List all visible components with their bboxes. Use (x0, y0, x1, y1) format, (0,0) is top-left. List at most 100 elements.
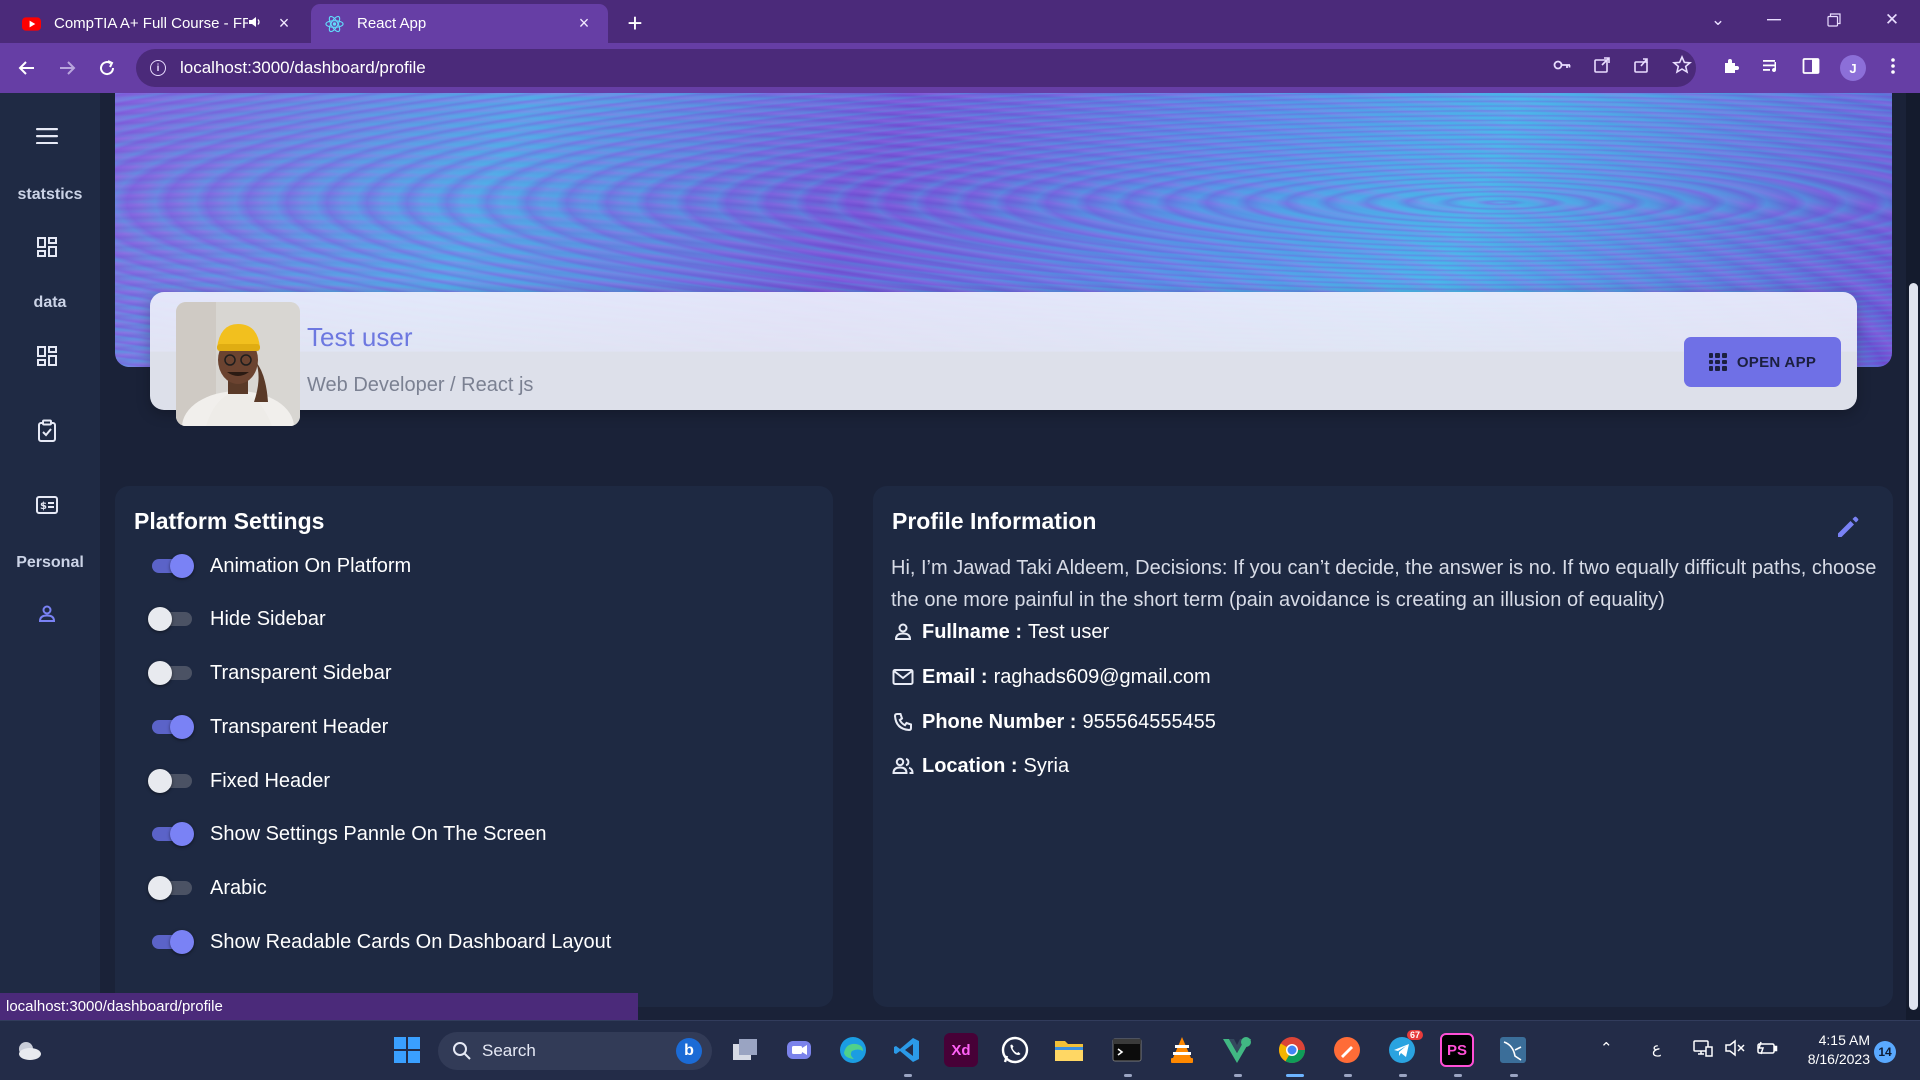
profile-bio: Hi, I’m Jawad Taki Aldeem, Decisions: If… (891, 557, 1877, 611)
extensions-icon[interactable] (1718, 53, 1744, 79)
postman-icon[interactable] (1330, 1033, 1364, 1067)
vlc-icon[interactable] (1165, 1033, 1199, 1067)
teams-chat-icon[interactable] (782, 1033, 816, 1067)
info-label: Location : (922, 754, 1018, 777)
search-icon (453, 1042, 471, 1060)
chrome-icon[interactable] (1275, 1033, 1309, 1067)
vue-devtools-icon[interactable] (1220, 1033, 1254, 1067)
forward-icon[interactable] (52, 53, 82, 83)
tab-title: React App (357, 15, 427, 32)
setting-label: Show Readable Cards On Dashboard Layout (210, 930, 612, 953)
media-icon[interactable] (1758, 53, 1784, 79)
scrollbar-thumb[interactable] (1909, 283, 1918, 1010)
ime-indicator[interactable]: ع (1652, 1039, 1661, 1057)
toggle-knob (170, 822, 194, 846)
phone-icon (891, 710, 915, 734)
taskbar-search-box[interactable]: Search b (438, 1032, 712, 1070)
toggle-switch[interactable] (148, 766, 194, 796)
phpstorm-icon[interactable]: PS (1440, 1033, 1474, 1067)
toggle-switch[interactable] (148, 873, 194, 903)
toggle-switch[interactable] (148, 819, 194, 849)
data-dashboard-icon[interactable] (33, 342, 61, 370)
toggle-knob (148, 769, 172, 793)
whatsapp-icon[interactable] (998, 1033, 1032, 1067)
telegram-icon[interactable]: 67 (1385, 1030, 1423, 1067)
menu-dots-icon[interactable] (1880, 53, 1906, 79)
terminal-icon[interactable] (1110, 1033, 1144, 1067)
setting-row[interactable]: Show Readable Cards On Dashboard Layout (148, 927, 611, 957)
tab-youtube[interactable]: CompTIA A+ Full Course - FR × (8, 4, 308, 43)
toggle-knob (170, 554, 194, 578)
setting-row[interactable]: Hide Sidebar (148, 604, 326, 634)
volume-muted-icon[interactable] (1724, 1039, 1746, 1061)
share-icon[interactable] (1630, 53, 1654, 77)
file-explorer-icon[interactable] (1052, 1033, 1086, 1067)
toggle-knob (170, 930, 194, 954)
task-view-icon[interactable] (728, 1033, 762, 1067)
setting-row[interactable]: Fixed Header (148, 766, 330, 796)
close-tab-icon[interactable]: × (274, 13, 294, 34)
bing-icon[interactable]: b (676, 1038, 702, 1064)
setting-row[interactable]: Transparent Sidebar (148, 658, 392, 688)
notification-badge[interactable]: 14 (1874, 1041, 1896, 1063)
open-app-button[interactable]: OPEN APP (1684, 337, 1841, 387)
speaker-icon[interactable] (248, 15, 262, 32)
back-icon[interactable] (12, 53, 42, 83)
tab-react-app[interactable]: React App × (311, 4, 608, 43)
site-info-icon[interactable]: i (150, 60, 166, 76)
mysql-workbench-icon[interactable] (1496, 1033, 1530, 1067)
tray-chevron-icon[interactable]: ⌃ (1600, 1039, 1613, 1057)
minimize-icon[interactable] (1746, 0, 1802, 40)
hamburger-menu-icon[interactable] (33, 122, 61, 150)
profile-information-card: Profile Information Hi, I’m Jawad Taki A… (873, 486, 1893, 1007)
side-panel-icon[interactable] (1798, 53, 1824, 79)
network-icon[interactable] (1693, 1039, 1713, 1061)
system-clock[interactable]: 4:15 AM 8/16/2023 (1790, 1031, 1870, 1069)
svg-text:$: $ (40, 501, 47, 512)
setting-row[interactable]: Show Settings Pannle On The Screen (148, 819, 547, 849)
info-value: 955564555455 (1082, 710, 1216, 733)
page-scrollbar[interactable] (1906, 93, 1920, 1020)
toggle-switch[interactable] (148, 551, 194, 581)
toggle-knob (170, 715, 194, 739)
setting-row[interactable]: Transparent Header (148, 712, 388, 742)
setting-label: Arabic (210, 876, 267, 899)
react-icon (325, 14, 344, 33)
restore-icon[interactable] (1806, 0, 1862, 40)
vscode-icon[interactable] (890, 1033, 924, 1067)
tab-search-icon[interactable]: ⌄ (1690, 0, 1746, 40)
profile-avatar[interactable]: J (1840, 55, 1866, 81)
info-row-email: Email : raghads609@gmail.com (891, 662, 1211, 692)
edge-icon[interactable] (836, 1033, 870, 1067)
dashboard-icon[interactable] (33, 233, 61, 261)
reload-icon[interactable] (92, 53, 122, 83)
weather-icon[interactable] (12, 1033, 46, 1067)
edit-pencil-icon[interactable] (1835, 514, 1863, 542)
person-icon[interactable] (33, 600, 61, 628)
windows-start-icon[interactable] (390, 1033, 424, 1067)
billing-icon[interactable]: $ (33, 491, 61, 519)
info-label: Email : (922, 665, 988, 688)
toggle-knob (148, 607, 172, 631)
setting-row[interactable]: Animation On Platform (148, 551, 411, 581)
star-icon[interactable] (1670, 53, 1694, 77)
close-tab-icon[interactable]: × (574, 13, 594, 34)
platform-settings-card: Platform Settings Animation On Platform H… (115, 486, 833, 1007)
address-bar[interactable]: i localhost:3000/dashboard/profile (136, 49, 1696, 87)
apps-grid-icon (1708, 353, 1727, 371)
task-checklist-icon[interactable] (33, 417, 61, 445)
close-window-icon[interactable]: ✕ (1864, 0, 1920, 40)
toggle-switch[interactable] (148, 712, 194, 742)
info-value: raghads609@gmail.com (993, 665, 1211, 688)
toggle-switch[interactable] (148, 604, 194, 634)
key-icon[interactable] (1550, 53, 1574, 77)
adobe-xd-icon[interactable]: Xd (944, 1033, 978, 1067)
info-value: Syria (1023, 754, 1070, 777)
toggle-switch[interactable] (148, 658, 194, 688)
new-tab-button[interactable]: + (620, 8, 650, 38)
open-in-app-icon[interactable] (1590, 53, 1614, 77)
setting-row[interactable]: Arabic (148, 873, 267, 903)
toggle-switch[interactable] (148, 927, 194, 957)
battery-icon[interactable] (1756, 1039, 1778, 1061)
info-row-fullname: Fullname : Test user (891, 617, 1109, 647)
